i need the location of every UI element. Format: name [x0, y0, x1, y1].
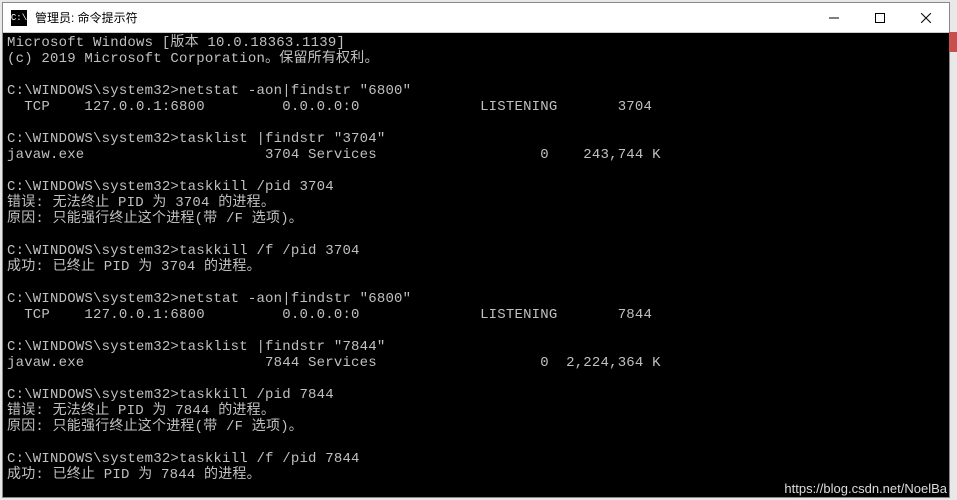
window-icon: C:\ — [11, 10, 27, 26]
watermark-text: https://blog.csdn.net/NoelBa — [784, 481, 947, 496]
cmd-window: C:\ 管理员: 命令提示符 Microsoft Windows [版本 10.… — [2, 2, 950, 498]
maximize-icon — [875, 13, 885, 23]
close-icon — [921, 13, 931, 23]
window-controls — [811, 3, 949, 32]
window-title: 管理员: 命令提示符 — [35, 9, 811, 26]
console-output[interactable]: Microsoft Windows [版本 10.0.18363.1139] (… — [3, 33, 949, 497]
maximize-button[interactable] — [857, 3, 903, 32]
close-button[interactable] — [903, 3, 949, 32]
side-decoration — [949, 32, 957, 52]
minimize-icon — [829, 13, 839, 23]
titlebar[interactable]: C:\ 管理员: 命令提示符 — [3, 3, 949, 33]
minimize-button[interactable] — [811, 3, 857, 32]
